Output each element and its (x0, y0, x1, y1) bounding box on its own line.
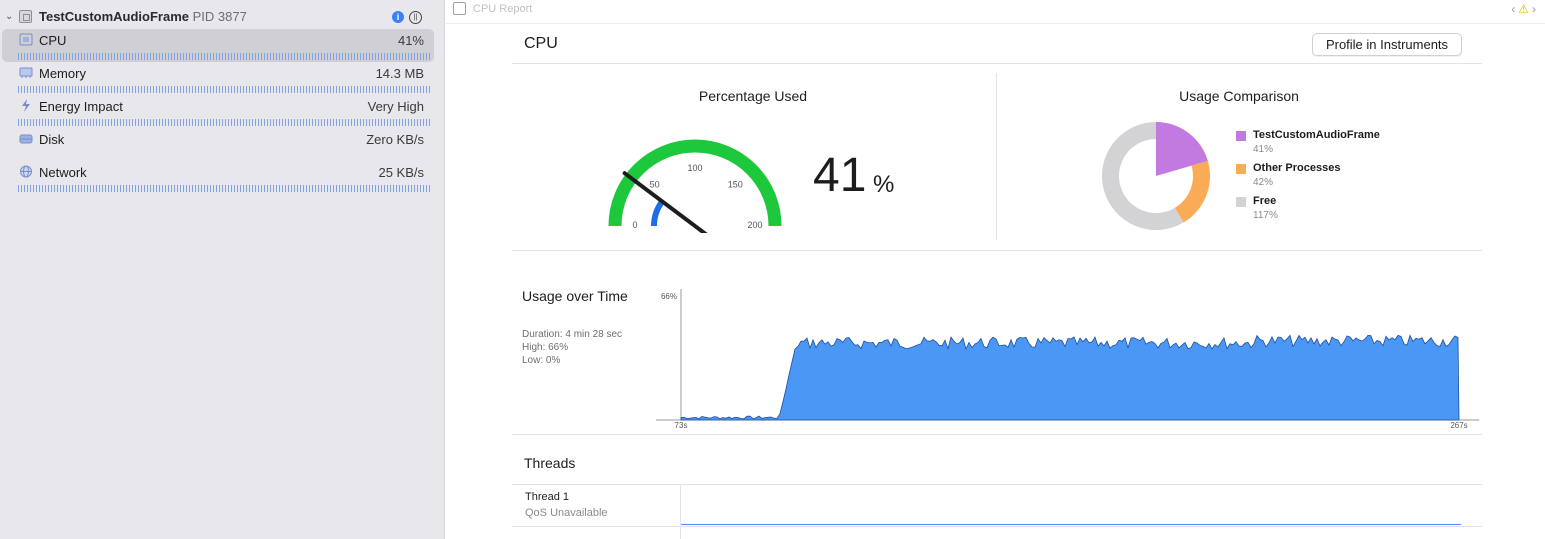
gauge-value: Zero KB/s (366, 132, 424, 147)
report-icon (453, 2, 466, 15)
thread-name: Thread 1 (525, 491, 570, 503)
percentage-used-title: Percentage Used (698, 88, 808, 104)
gauge-tick-label: 150 (728, 180, 743, 190)
gauge-label: Network (39, 165, 87, 180)
report-topbar: CPU Report ‹⚠› (446, 0, 1545, 24)
cpu-report: CPU Report ‹⚠› CPU Profile in Instrument… (446, 0, 1545, 539)
gauge-value-arc (651, 199, 665, 227)
legend-value: 117% (1253, 210, 1278, 221)
warning-icon[interactable]: ⚠ (1518, 2, 1532, 16)
gauge-tick-label: 100 (687, 163, 702, 173)
gauge-sparkline (18, 86, 430, 93)
gauge-value: 14.3 MB (375, 66, 424, 81)
divider (512, 434, 1482, 435)
legend-swatch (1236, 164, 1246, 174)
gauge-tick-label: 50 (650, 180, 660, 190)
gauge-cpu[interactable]: CPU 41% (2, 29, 434, 62)
percentage-value: 41 (813, 149, 867, 202)
usage-area (680, 334, 1460, 421)
usage-donut-chart (1102, 122, 1210, 230)
disk-icon (19, 134, 33, 144)
legend-swatch (1236, 197, 1246, 207)
legend-name: Free (1253, 195, 1277, 207)
divider (512, 63, 1482, 64)
divider (512, 250, 1482, 251)
thread-qos: QoS Unavailable (525, 507, 608, 519)
usage-over-time-title: Usage over Time (522, 288, 628, 304)
divider (996, 73, 997, 240)
thread-activity-line (681, 524, 1461, 525)
pause-icon[interactable]: || (409, 11, 422, 24)
sidebar: ⌄ TestCustomAudioFrame PID 3877 i || CPU… (0, 0, 445, 539)
threads-title: Threads (524, 455, 576, 471)
x-end-label: 267s (1450, 421, 1467, 430)
gauge-label: Disk (39, 132, 65, 147)
gauge-sparkline (18, 185, 430, 192)
bolt-icon (22, 99, 30, 112)
gauge-sparkline (18, 119, 430, 126)
legend-name: TestCustomAudioFrame (1253, 129, 1380, 141)
gauge-value: 25 KB/s (378, 165, 424, 180)
percentage-unit: % (873, 171, 895, 198)
process-row[interactable]: ⌄ TestCustomAudioFrame PID 3877 i || (0, 6, 445, 28)
info-icon[interactable]: i (392, 11, 404, 23)
gauge-needle (622, 171, 708, 233)
process-pid: PID 3877 (192, 9, 247, 24)
legend-value: 41% (1253, 144, 1274, 155)
legend-value: 42% (1253, 177, 1274, 188)
gauge-energy[interactable]: Energy Impact Very High (2, 95, 434, 128)
usage-high: High: 66% (522, 342, 569, 353)
divider (512, 526, 1482, 527)
profile-in-instruments-button[interactable]: Profile in Instruments (1312, 33, 1462, 56)
chevron-down-icon[interactable]: ⌄ (5, 11, 13, 22)
gauge-sparkline (18, 53, 430, 60)
chevron-right-icon[interactable]: › (1532, 2, 1539, 16)
gauge-network[interactable]: Network 25 KB/s (2, 161, 434, 194)
cpu-icon (19, 33, 33, 46)
gauge-value: Very High (367, 99, 424, 114)
gauge-memory[interactable]: Memory 14.3 MB (2, 62, 434, 95)
usage-over-time-chart: 66% 73s 267s (656, 289, 1479, 430)
divider (680, 484, 681, 539)
gauge-label: Energy Impact (39, 99, 123, 114)
y-max-label: 66% (661, 292, 677, 301)
donut-slice (1174, 160, 1210, 223)
memory-icon (19, 67, 33, 78)
report-title: CPU Report (473, 3, 533, 15)
usage-low: Low: 0% (522, 355, 561, 366)
gauge-tick-label: 0 (632, 220, 637, 230)
x-start-label: 73s (675, 421, 688, 430)
globe-icon (20, 165, 32, 178)
divider (512, 484, 1482, 485)
gauge-label: CPU (39, 33, 67, 48)
gauge-label: Memory (39, 66, 86, 81)
gauge-value: 41% (397, 33, 424, 48)
nav-controls: ‹⚠› (1511, 2, 1539, 16)
app-icon (19, 10, 32, 23)
usage-duration: Duration: 4 min 28 sec (522, 329, 623, 340)
gauge-tick-label: 200 (747, 220, 762, 230)
gauge-disk[interactable]: Disk Zero KB/s (2, 128, 434, 161)
legend-name: Other Processes (1253, 162, 1341, 174)
cpu-gauge: 0 50 100 150 200 (608, 139, 782, 233)
section-title: CPU (524, 35, 558, 52)
legend-swatch (1236, 131, 1246, 141)
process-name: TestCustomAudioFrame PID 3877 (39, 9, 247, 24)
usage-comparison-title: Usage Comparison (1179, 88, 1299, 104)
